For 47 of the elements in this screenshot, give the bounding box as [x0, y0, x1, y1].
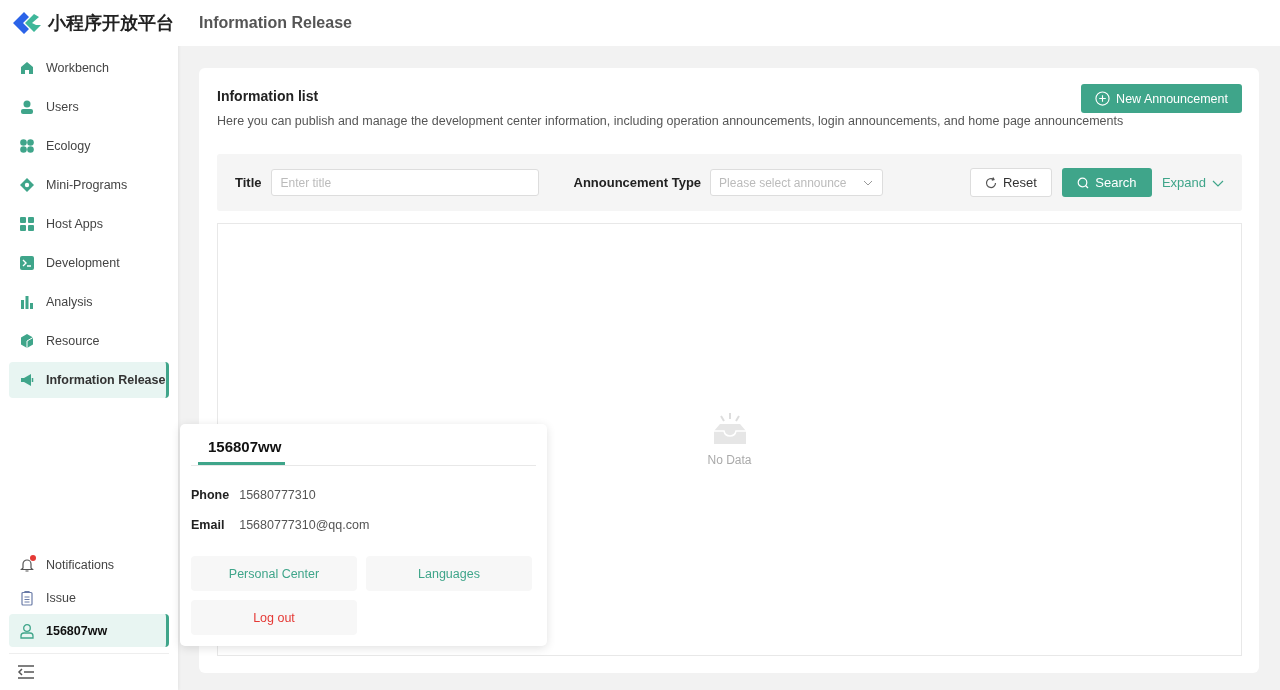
plus-circle-icon: [1095, 91, 1111, 106]
user-icon: [19, 99, 35, 115]
field-value: 15680777310@qq.com: [239, 518, 371, 532]
bell-icon: [19, 556, 35, 573]
brand-name: 小程序开放平台: [48, 12, 174, 35]
logo-icon: [12, 11, 42, 35]
home-icon: [19, 60, 35, 76]
sidebar-item[interactable]: Ecology: [9, 128, 169, 164]
sidebar-item[interactable]: Users: [9, 89, 169, 125]
collapse-menu-icon[interactable]: [17, 664, 35, 680]
sidebar-item[interactable]: Notifications: [9, 548, 169, 581]
field-label: Phone: [191, 488, 230, 502]
user-tab[interactable]: 156807ww: [198, 434, 286, 465]
sidebar-item[interactable]: Information Release: [9, 362, 169, 398]
terminal-icon: [19, 255, 35, 271]
grid-icon: [19, 216, 35, 232]
section-description: Here you can publish and manage the development center information, including operation announcements, login announcements, and home page announcements: [217, 114, 1125, 128]
search-icon: [1077, 176, 1090, 189]
type-select[interactable]: Please select announce: [710, 169, 884, 196]
sidebar-item[interactable]: Issue: [9, 581, 169, 614]
field-label: Title: [235, 175, 262, 190]
reset-button[interactable]: Reset: [969, 168, 1052, 197]
megaphone-icon: [19, 372, 35, 388]
field-label: Email: [191, 518, 226, 532]
page-title: Information Release: [199, 14, 352, 32]
sidebar-item[interactable]: Analysis: [9, 284, 169, 320]
field-label: Announcement Type: [573, 175, 702, 190]
section-title: Information list: [217, 88, 319, 104]
sidebar-item[interactable]: 156807ww: [9, 614, 169, 647]
title-input[interactable]: Enter title: [270, 169, 539, 196]
chevron-down-icon: [863, 178, 874, 188]
cube-icon: [19, 333, 35, 349]
sidebar-item[interactable]: Host Apps: [9, 206, 169, 242]
bar-chart-icon: [19, 294, 35, 310]
refresh-icon: [984, 176, 997, 189]
sidebar-item[interactable]: Workbench: [9, 50, 169, 86]
sidebar-item[interactable]: Mini-Programs: [9, 167, 169, 203]
diamond-icon: [19, 177, 35, 193]
field-value: 15680777310: [239, 488, 317, 502]
empty-text: No Data: [707, 452, 752, 467]
user-outline-icon: [19, 622, 35, 639]
four-leaf-icon: [19, 138, 35, 154]
clipboard-icon: [19, 589, 35, 606]
empty-inbox-icon: [711, 412, 748, 445]
logout-button[interactable]: Log out: [191, 600, 357, 635]
sidebar-item[interactable]: Resource: [9, 323, 169, 359]
sidebar-item[interactable]: Development: [9, 245, 169, 281]
